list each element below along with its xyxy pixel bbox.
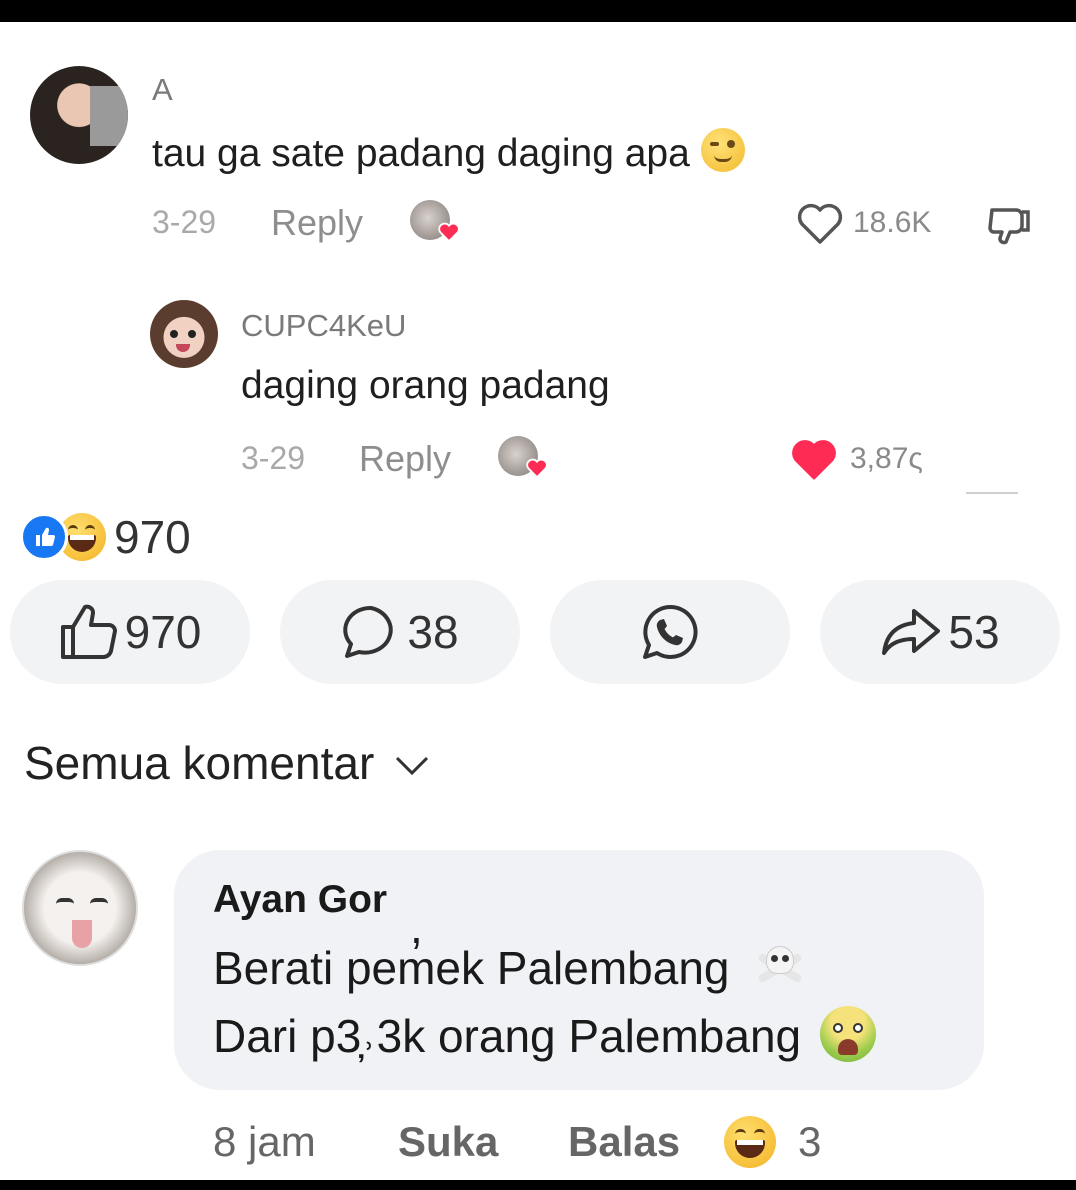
- heart-icon[interactable]: [790, 438, 838, 482]
- comment-like-count: 18.6K: [853, 206, 932, 239]
- whatsapp-share-button[interactable]: [550, 580, 790, 684]
- comment-date: 3-29: [152, 204, 217, 240]
- like-count: 970: [124, 606, 202, 658]
- commenter-avatar[interactable]: [30, 66, 128, 164]
- skull-crossbones-icon: [750, 938, 810, 994]
- share-button[interactable]: 53: [820, 580, 1060, 684]
- comment-reaction-summary[interactable]: 3: [724, 1116, 821, 1168]
- winking-face-icon: [700, 128, 745, 172]
- comment-time: 8 jam: [213, 1118, 316, 1165]
- heart-icon[interactable]: [796, 202, 844, 246]
- creator-liked-badge: [498, 436, 548, 482]
- comment-reply-button[interactable]: Balas: [568, 1118, 680, 1166]
- comment-reply-button[interactable]: Reply: [271, 202, 363, 244]
- dislike-icon[interactable]: [986, 202, 1032, 248]
- like-icon: [20, 513, 68, 561]
- reply-username[interactable]: CUPC4KeU: [241, 308, 406, 344]
- comment-line-2: Dari p3̦˒3k orang Palembang: [213, 1006, 876, 1063]
- comment-count: 38: [407, 606, 459, 658]
- comment-text: tau ga sate padang daging apa: [152, 128, 745, 176]
- comment-text-content: tau ga sate padang daging apa: [152, 132, 690, 175]
- reply-date: 3-29: [241, 440, 306, 476]
- heart-icon: [438, 222, 460, 242]
- heart-icon: [526, 458, 548, 478]
- commenter-avatar[interactable]: [22, 850, 138, 966]
- comment-line-1: Berati pem̓ek Palembang: [213, 938, 810, 995]
- screenshot-page: A tau ga sate padang daging apa 3-29 Rep…: [0, 22, 1076, 1180]
- chevron-down-icon: [396, 756, 429, 776]
- reply-text: daging orang padang: [241, 364, 610, 407]
- divider: [966, 492, 1018, 494]
- comment-filter-label: Semua komentar: [24, 737, 375, 789]
- comment-icon: [343, 605, 394, 658]
- creator-liked-badge: [410, 200, 460, 246]
- laughing-face-icon: [724, 1116, 776, 1168]
- comment-author[interactable]: Ayan Gor: [213, 878, 387, 922]
- like-button[interactable]: 970: [10, 580, 250, 684]
- comment-line-1-text: Berati pem̓ek Palembang: [213, 942, 730, 994]
- reply-reply-button[interactable]: Reply: [359, 438, 451, 480]
- comment-filter-dropdown[interactable]: Semua komentar: [24, 736, 430, 790]
- comment-like-button[interactable]: Suka: [398, 1118, 498, 1166]
- share-count: 53: [948, 606, 1000, 658]
- nauseated-face-icon: [819, 1006, 876, 1062]
- comment-line-2-text: Dari p3̦˒3k orang Palembang: [213, 1010, 802, 1062]
- reply-avatar[interactable]: [150, 300, 218, 368]
- reply-like-count: 3,87ς: [850, 442, 923, 475]
- comment-reaction-count: 3: [798, 1118, 822, 1165]
- whatsapp-icon: [643, 604, 698, 659]
- comment-button[interactable]: 38: [280, 580, 520, 684]
- reaction-summary[interactable]: 970: [20, 510, 191, 564]
- comment-username[interactable]: A: [152, 72, 173, 108]
- share-icon: [882, 609, 941, 655]
- reaction-count: 970: [114, 511, 191, 563]
- like-icon: [60, 604, 117, 659]
